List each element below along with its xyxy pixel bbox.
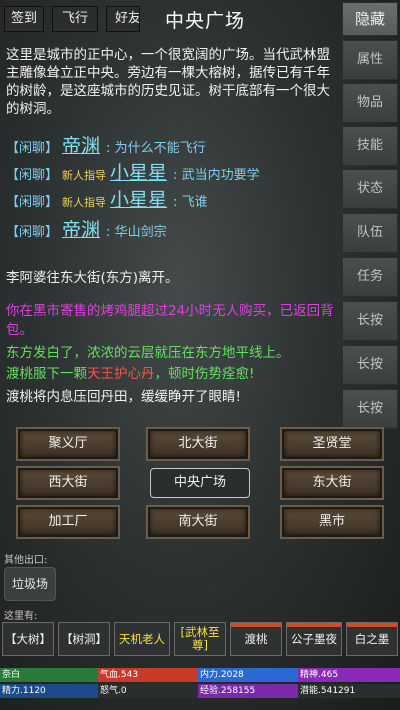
rage-stat-bar: 怒气.0 [98,684,198,698]
chat-player-name[interactable]: 帝渊 [62,219,100,241]
sidebar-item-attributes[interactable]: 属性 [342,40,398,80]
chat-line: 【闲聊】 帝渊: 为什么不能飞行 [6,133,338,159]
chat-channel-tag: 【闲聊】 [6,195,59,210]
hp-bar [347,623,397,627]
chat-message: 飞谁 [181,195,208,210]
chat-colon: : [106,141,111,156]
hp-stat-bar: 气血.543 [98,668,198,682]
player-button[interactable]: 白之墨 [346,622,398,656]
chat-channel-tag: 【闲聊】 [6,225,59,240]
exp-stat-bar: 经验.258155 [198,684,298,698]
chat-player-name[interactable]: 小星星 [110,189,167,211]
log-text: 渡桃服下一颗 [6,366,87,382]
chat-player-name[interactable]: 小星星 [110,162,167,184]
name-bar: 奈白 [0,668,98,682]
rage-value: 怒气.0 [100,686,127,696]
exp-value: 经验.258155 [200,686,256,696]
checkin-button[interactable]: 签到 [4,6,44,32]
sidebar-item-items[interactable]: 物品 [342,83,398,123]
spirit-value: 精神.465 [300,670,339,680]
chat-channel-tag: 【闲聊】 [6,168,59,183]
exit-trash-yard[interactable]: 垃圾场 [4,567,56,601]
chat-line: 【闲聊】 新人指导 小星星: 武当内功要学 [6,160,338,186]
log-line: 李阿婆往东大街(东方)离开。 [6,270,179,286]
player-button[interactable]: 渡桃 [230,622,282,656]
exit-west[interactable]: 西大街 [18,468,118,498]
npc-button[interactable]: 【大树】 [2,622,54,656]
fly-button[interactable]: 飞行 [52,6,98,32]
log-line-item-use: 渡桃服下一颗天王护心丹，顿时伤势痊愈! [6,365,338,384]
current-location: 中央广场 [150,468,250,498]
player-button[interactable]: 公子墨夜 [286,622,342,656]
exit-north[interactable]: 北大街 [148,429,248,459]
sidebar-item-longpress-2[interactable]: 长按 [342,345,398,385]
hide-button[interactable]: 隐藏 [342,2,398,36]
npc-button[interactable]: 【树洞】 [58,622,110,656]
room-description: 这里是城市的正中心，一个很宽阔的广场。当代武林盟主雕像耸立正中央。旁边有一棵大榕… [6,47,330,117]
log-line: 渡桃将内息压回丹田，缓缓睁开了眼睛! [6,389,241,405]
exit-southwest[interactable]: 加工厂 [18,507,118,537]
top-bar: 签到 飞行 好友 中央广场 [0,0,340,38]
exit-east[interactable]: 东大街 [282,468,382,498]
chat-channel-tag: 【闲聊】 [6,141,59,156]
chat-message: 武当内功要学 [181,168,260,183]
right-sidebar: 隐藏 属性 物品 技能 状态 队伍 任务 长按 长按 长按 [340,0,400,470]
exit-northeast[interactable]: 圣贤堂 [282,429,382,459]
friends-button[interactable]: 好友 [106,6,140,32]
hp-bar [287,623,341,627]
item-name: 天王护心丹 [87,366,155,382]
sidebar-item-longpress-1[interactable]: 长按 [342,301,398,341]
potential-value: 潜能.541291 [300,686,356,696]
spirit-stat-bar: 精神.465 [298,668,400,682]
energy-value: 精力.1120 [2,686,46,696]
log-text: ，顿时伤势痊愈! [154,366,255,382]
player-name: 公子墨夜 [291,631,337,646]
chat-colon: : [106,225,111,240]
sidebar-item-team[interactable]: 队伍 [342,213,398,253]
npc-button[interactable]: 天机老人 [114,622,170,656]
log-line-system: 你在黑市寄售的烤鸡腿超过24小时无人购买，已返回背包。 [6,303,334,338]
hp-value: 气血.543 [100,670,139,680]
exit-south[interactable]: 南大街 [148,507,248,537]
other-exits-label: 其他出口: [4,555,48,566]
mp-stat-bar: 内力.2028 [198,668,298,682]
hp-bar [231,623,281,627]
log-line-weather: 东方发白了，浓浓的云层就压在东方地平线上。 [6,345,290,361]
chat-message: 为什么不能飞行 [114,141,206,156]
newbie-guide-badge: 新人指导 [62,169,107,182]
player-name-stat: 奈白 [2,670,21,680]
chat-line: 【闲聊】 新人指导 小星星: 飞谁 [6,187,338,213]
sidebar-item-status[interactable]: 状态 [342,169,398,209]
here-label: 这里有: [4,611,38,622]
sidebar-item-skills[interactable]: 技能 [342,126,398,166]
exit-northwest[interactable]: 聚义厅 [18,429,118,459]
chat-colon: : [173,195,178,210]
player-name: 渡桃 [244,631,268,646]
chat-player-name[interactable]: 帝渊 [62,135,100,157]
sidebar-item-longpress-3[interactable]: 长按 [342,389,398,429]
energy-stat-bar: 精力.1120 [0,684,98,698]
page-title: 中央广场 [164,10,245,32]
chat-message: 华山剑宗 [114,225,167,240]
npc-button[interactable]: [武林至尊] [174,622,226,656]
newbie-guide-badge: 新人指导 [62,196,107,209]
mp-value: 内力.2028 [200,670,244,680]
chat-colon: : [173,168,178,183]
exit-southeast[interactable]: 黑市 [282,507,382,537]
player-name: 白之墨 [354,631,390,646]
potential-stat-bar: 潜能.541291 [298,684,400,698]
sidebar-item-quests[interactable]: 任务 [342,257,398,297]
chat-line: 【闲聊】 帝渊: 华山剑宗 [6,217,338,243]
